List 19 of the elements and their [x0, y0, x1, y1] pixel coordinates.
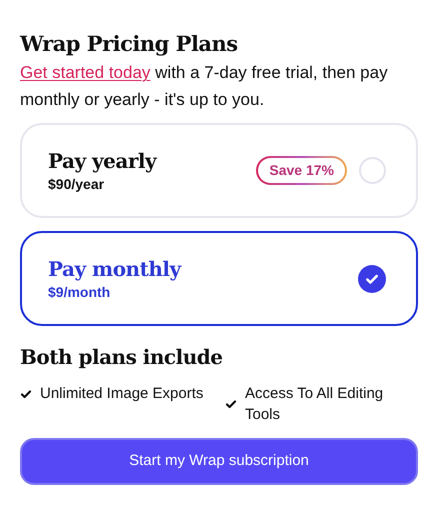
discount-badge: Save 17% [256, 156, 347, 185]
plan-price: $9/month [48, 282, 112, 302]
check-icon [20, 388, 32, 400]
plan-name: Pay yearly [48, 148, 158, 174]
radio-button[interactable] [359, 157, 386, 184]
plan-card[interactable]: Pay monthly $9/month [20, 231, 418, 326]
plan-price: $90/year [48, 174, 106, 194]
intro-text: Get started today with a 7-day free trial, then pay monthly or yearly - it's up to you. [20, 62, 389, 111]
feature-text: Unlimited Image Exports [40, 384, 204, 404]
plan-name: Pay monthly [48, 256, 183, 282]
page-title: Wrap Pricing Plans [20, 30, 239, 58]
check-icon [225, 398, 237, 410]
plan-card[interactable]: Pay yearly $90/year Save 17% [20, 123, 418, 218]
includes-heading: Both plans include [20, 344, 224, 371]
feature-text: Access To All Editing Tools [245, 384, 384, 425]
subscribe-button[interactable]: Start my Wrap subscription [20, 438, 418, 485]
check-icon [365, 272, 379, 286]
selected-radio[interactable] [358, 264, 386, 292]
get-started-link[interactable]: Get started today [20, 63, 150, 82]
